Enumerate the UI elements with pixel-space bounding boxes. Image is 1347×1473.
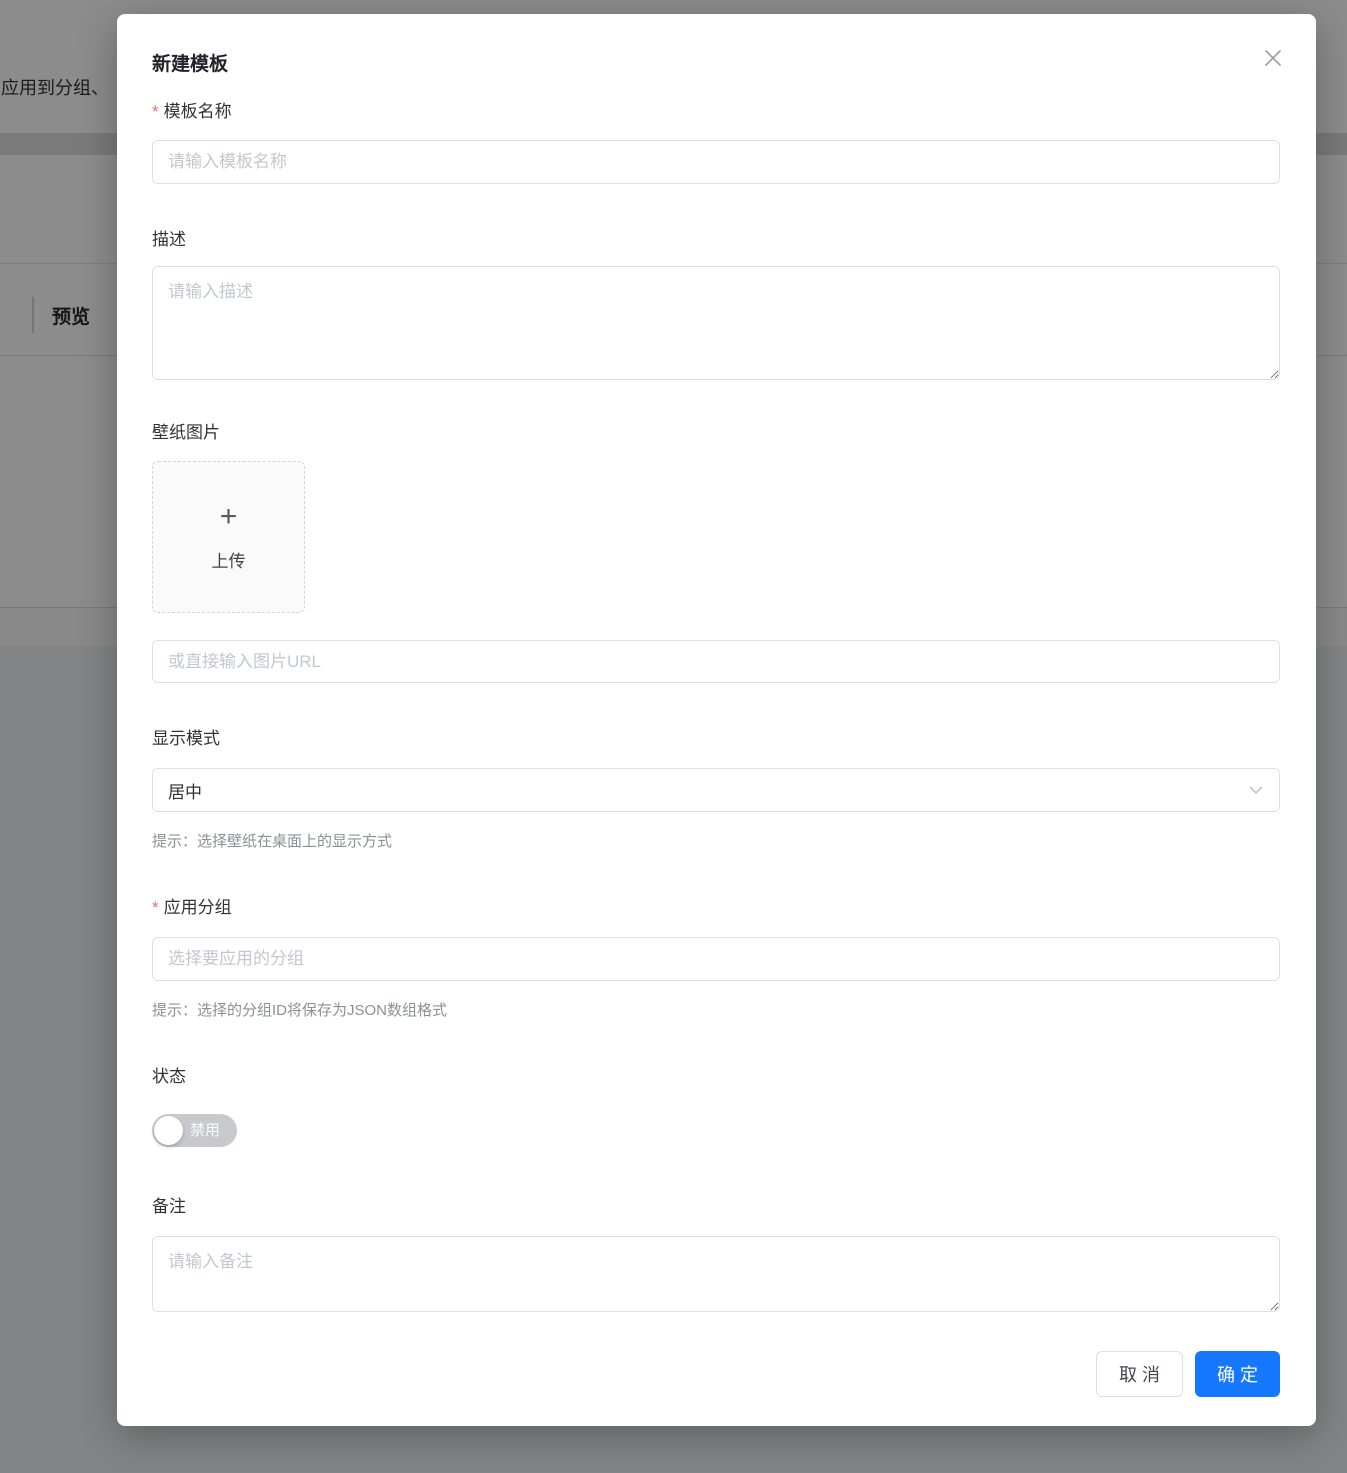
confirm-button[interactable]: 确 定 (1195, 1351, 1280, 1397)
required-marker: * (152, 898, 159, 917)
dialog-title: 新建模板 (152, 53, 1280, 77)
display-mode-label: 显示模式 (152, 727, 1280, 751)
app-group-label: * 应用分组 (152, 896, 1280, 920)
status-label: 状态 (152, 1065, 1280, 1089)
toggle-knob (154, 1116, 183, 1145)
status-toggle[interactable]: 禁用 (152, 1114, 237, 1147)
remark-label: 备注 (152, 1195, 1280, 1219)
display-mode-select[interactable]: 居中 (152, 768, 1280, 812)
template-name-label: * 模板名称 (152, 100, 1280, 124)
close-icon (1260, 45, 1286, 71)
dialog-footer: 取 消 确 定 (152, 1351, 1280, 1397)
image-url-input[interactable] (152, 640, 1280, 683)
wallpaper-label: 壁纸图片 (152, 421, 1280, 445)
display-mode-hint: 提示：选择壁纸在桌面上的显示方式 (152, 831, 1280, 852)
upload-label: 上传 (212, 547, 246, 572)
cancel-button[interactable]: 取 消 (1096, 1351, 1183, 1397)
chevron-down-icon (1246, 780, 1266, 800)
description-textarea[interactable] (152, 266, 1280, 380)
template-name-label-text: 模板名称 (164, 102, 232, 121)
app-group-input[interactable] (152, 937, 1280, 981)
new-template-dialog: 新建模板 * 模板名称 描述 壁纸图片 + 上传 显示模式 居中 提示：选择壁纸在… (117, 14, 1316, 1426)
close-button[interactable] (1260, 45, 1286, 71)
remark-textarea[interactable] (152, 1236, 1280, 1312)
display-mode-value: 居中 (168, 778, 202, 803)
plus-icon: + (220, 502, 238, 532)
description-label: 描述 (152, 228, 1280, 252)
upload-dropzone[interactable]: + 上传 (152, 461, 305, 613)
template-name-input[interactable] (152, 140, 1280, 184)
app-group-hint: 提示：选择的分组ID将保存为JSON数组格式 (152, 1000, 1280, 1021)
required-marker: * (152, 102, 159, 121)
status-toggle-state-label: 禁用 (190, 1114, 220, 1147)
app-group-label-text: 应用分组 (164, 898, 232, 917)
